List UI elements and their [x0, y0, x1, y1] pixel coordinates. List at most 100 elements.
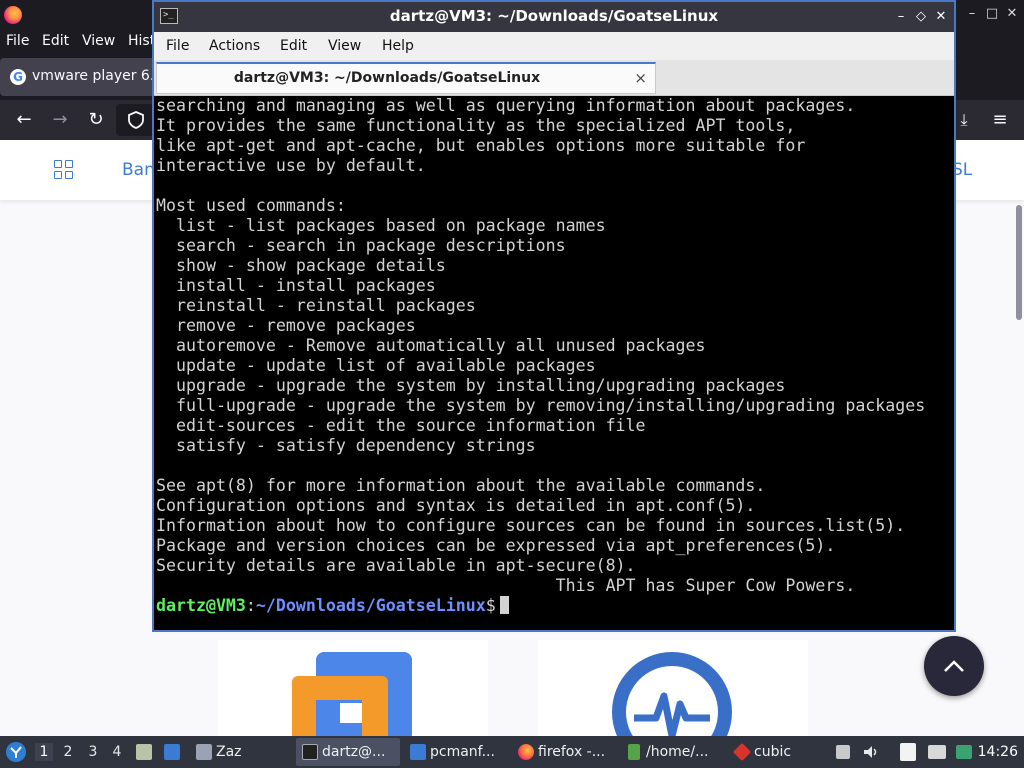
terminal-output-line: Information about how to configure sourc…	[156, 516, 906, 535]
url-bar[interactable]	[116, 104, 156, 136]
task-label: firefox -...	[538, 744, 606, 760]
firefox-maximize-button[interactable]: □	[982, 4, 1002, 24]
shield-icon	[128, 111, 144, 129]
terminal-output[interactable]: searching and managing as well as queryi…	[154, 96, 954, 630]
update-notifier-icon[interactable]	[956, 745, 972, 759]
task-label: cubic	[754, 744, 792, 760]
terminal-output-line: This APT has Super Cow Powers.	[156, 576, 856, 595]
tab-close-icon[interactable]: ×	[634, 69, 647, 87]
terminal-output-line: satisfy - satisfy dependency strings	[156, 436, 536, 455]
terminal-titlebar[interactable]: >_ dartz@VM3: ~/Downloads/GoatseLinux – …	[154, 2, 954, 32]
workspace-3[interactable]: 3	[84, 743, 102, 761]
terminal-icon	[302, 744, 318, 760]
firefox-tab[interactable]: G vmware player 6.5	[0, 58, 163, 96]
terminal-output-line: upgrade - upgrade the system by installi…	[156, 376, 786, 395]
terminal-output-line: Configuration options and syntax is deta…	[156, 496, 756, 515]
terminal-output-line: interactive use by default.	[156, 156, 426, 175]
workspace-1[interactable]: 1	[35, 743, 53, 761]
prompt-separator: :	[245, 596, 256, 615]
firefox-close-button[interactable]: ✕	[1002, 4, 1022, 24]
terminal-output-line: list - list packages based on package na…	[156, 216, 606, 235]
terminal-output-line: show - show package details	[156, 256, 446, 275]
firefox-tab-title: vmware player 6.5	[32, 68, 164, 84]
terminal-output-line: See apt(8) for more information about th…	[156, 476, 766, 495]
grid-menu-icon[interactable]	[54, 160, 74, 180]
taskbar: 1 2 3 4 Zaz dartz@... pcmanf... firefox …	[0, 736, 1024, 768]
task-label: dartz@...	[322, 744, 386, 760]
start-menu-icon[interactable]	[5, 741, 27, 763]
terminal-menu-help[interactable]: Help	[382, 38, 414, 54]
trash-icon[interactable]	[136, 744, 152, 760]
file-manager-icon	[628, 744, 640, 760]
task-label: pcmanf...	[430, 744, 495, 760]
terminal-close-button[interactable]: ✕	[932, 8, 950, 26]
terminal-output-line: autoremove - Remove automatically all un…	[156, 336, 706, 355]
terminal-maximize-button[interactable]: ◇	[912, 8, 930, 26]
terminal-output-line: install - install packages	[156, 276, 436, 295]
terminal-output-line: full-upgrade - upgrade the system by rem…	[156, 396, 926, 415]
forward-arrow-icon[interactable]: →	[48, 108, 72, 132]
firefox-icon	[518, 744, 534, 760]
terminal-tabbar: dartz@VM3: ~/Downloads/GoatseLinux ×	[154, 60, 954, 96]
clock[interactable]: 14:26	[978, 736, 1018, 768]
terminal-output-line: update - update list of available packag…	[156, 356, 596, 375]
page-scrollbar[interactable]	[1016, 205, 1022, 320]
task-pcmanfm[interactable]: pcmanf...	[404, 738, 510, 766]
terminal-output-line: Most used commands:	[156, 196, 346, 215]
firefox-menu-view[interactable]: View	[82, 33, 115, 49]
task-firefox[interactable]: firefox -...	[512, 738, 620, 766]
terminal-prompt[interactable]: dartz@VM3:~/Downloads/GoatseLinux$	[156, 596, 509, 616]
terminal-window-title: dartz@VM3: ~/Downloads/GoatseLinux	[389, 7, 719, 25]
firefox-menu-file[interactable]: File	[6, 33, 29, 49]
reload-icon[interactable]: ↻	[84, 108, 108, 132]
terminal-window: >_ dartz@VM3: ~/Downloads/GoatseLinux – …	[152, 0, 956, 632]
notes-icon[interactable]	[900, 743, 916, 761]
terminal-output-line: Security details are available in apt-se…	[156, 556, 636, 575]
cubic-icon	[732, 742, 752, 762]
workspace-4[interactable]: 4	[108, 743, 126, 761]
chevron-up-icon	[944, 660, 964, 672]
terminal-output-line: remove - remove packages	[156, 316, 416, 335]
terminal-tab[interactable]: dartz@VM3: ~/Downloads/GoatseLinux ×	[156, 62, 656, 94]
terminal-minimize-button[interactable]: –	[892, 8, 910, 26]
volume-icon[interactable]	[862, 743, 880, 761]
task-label: /home/...	[646, 744, 709, 760]
hamburger-menu-icon[interactable]: ≡	[988, 108, 1012, 132]
terminal-output-line: It provides the same functionality as th…	[156, 116, 796, 135]
window-icon	[196, 744, 212, 760]
clipboard-icon[interactable]	[836, 745, 850, 759]
page-nav-link[interactable]: Ban	[122, 160, 155, 180]
terminal-tab-label: dartz@VM3: ~/Downloads/GoatseLinux	[233, 70, 541, 86]
show-desktop-icon[interactable]	[164, 744, 180, 760]
folder-icon	[410, 744, 426, 760]
terminal-output-line: reinstall - reinstall packages	[156, 296, 476, 315]
terminal-menu-edit[interactable]: Edit	[280, 38, 307, 54]
workspace-2[interactable]: 2	[59, 743, 77, 761]
scroll-to-top-button[interactable]	[924, 636, 984, 696]
task-terminal[interactable]: dartz@...	[296, 738, 400, 766]
prompt-symbol: $	[485, 596, 496, 615]
firefox-minimize-button[interactable]: –	[962, 4, 982, 24]
network-icon[interactable]	[928, 745, 946, 759]
task-zaz[interactable]: Zaz	[190, 738, 294, 766]
terminal-output-line: like apt-get and apt-cache, but enables …	[156, 136, 806, 155]
terminal-menu-actions[interactable]: Actions	[209, 38, 260, 54]
terminal-output-line: search - search in package descriptions	[156, 236, 566, 255]
prompt-path: ~/Downloads/GoatseLinux	[255, 596, 486, 615]
firefox-menu-edit[interactable]: Edit	[42, 33, 69, 49]
google-icon: G	[10, 69, 26, 85]
firefox-logo-icon	[4, 6, 22, 24]
task-cubic[interactable]: cubic	[728, 738, 824, 766]
vmware-logo-part	[340, 703, 362, 723]
terminal-output-line: edit-sources - edit the source informati…	[156, 416, 646, 435]
terminal-output-line: searching and managing as well as queryi…	[156, 96, 856, 115]
task-home-folder[interactable]: /home/...	[620, 738, 726, 766]
terminal-menu-file[interactable]: File	[166, 38, 189, 54]
back-arrow-icon[interactable]: ←	[12, 108, 36, 132]
text-cursor	[499, 596, 509, 614]
terminal-menu-view[interactable]: View	[328, 38, 361, 54]
terminal-menubar: File Actions Edit View Help	[154, 32, 954, 60]
terminal-output-line: Package and version choices can be expre…	[156, 536, 836, 555]
